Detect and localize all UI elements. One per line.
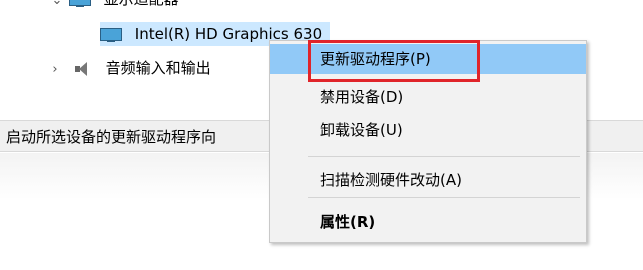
menu-separator [308,156,580,157]
chevron-right-icon[interactable]: › [48,58,62,82]
speaker-icon [73,61,93,77]
tree-item-audio[interactable]: › 音频输入和输出 [48,56,211,82]
tree-item-label: 显示适配器 [104,0,179,8]
monitor-icon [100,27,122,42]
tree-item-label: 音频输入和输出 [105,59,211,77]
menu-item-uninstall-device[interactable]: 卸载设备(U) [270,115,586,145]
menu-item-update-driver[interactable]: 更新驱动程序(P) [270,44,586,74]
tree-item-display-adapters[interactable]: ⌄ 显示适配器 [50,0,179,11]
context-menu: 更新驱动程序(P) 禁用设备(D) 卸载设备(U) 扫描检测硬件改动(A) 属性… [269,40,587,243]
status-text: 启动所选设备的更新驱动程序向 [6,128,217,146]
menu-item-properties[interactable]: 属性(R) [270,207,586,237]
menu-item-scan-hardware[interactable]: 扫描检测硬件改动(A) [270,165,586,195]
menu-item-disable-device[interactable]: 禁用设备(D) [270,82,586,112]
monitor-icon [68,0,91,7]
chevron-down-icon[interactable]: ⌄ [50,0,64,13]
menu-separator [308,197,580,198]
